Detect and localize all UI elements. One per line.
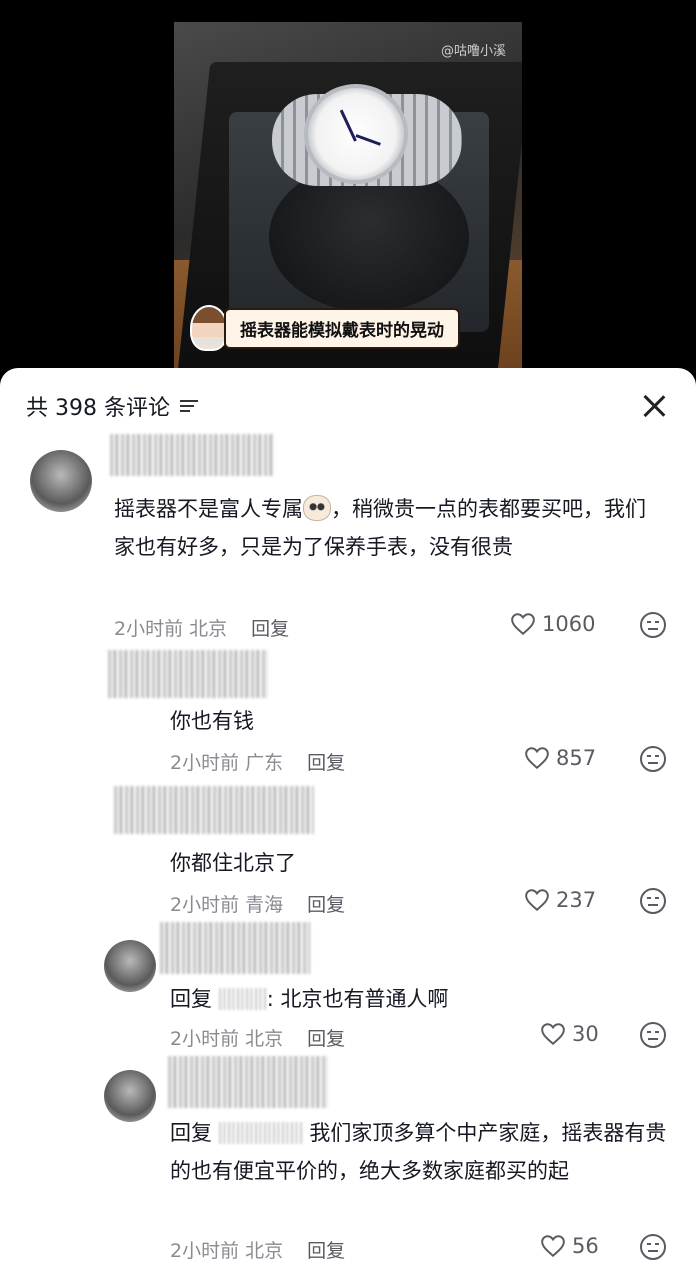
comment-meta: 2小时前 青海 回复 [170,890,345,917]
comment-text: 回复 : 北京也有普通人啊 [170,987,449,1011]
close-icon[interactable] [642,394,666,418]
username-blurred[interactable] [108,650,268,698]
like-button[interactable]: 30 [540,1022,599,1046]
dislike-icon[interactable] [640,746,666,772]
heart-icon [541,1023,565,1046]
comments-count-title: 共 398 条评论 [26,396,170,421]
reply-button[interactable]: 回复 [307,1236,345,1263]
heart-icon [511,613,535,636]
cat-emoji-icon [303,495,331,521]
reply-button[interactable]: 回复 [251,614,289,641]
reply-button[interactable]: 回复 [307,890,345,917]
video-watermark: @咕噜小溪 [440,44,506,59]
comment-time: 2小时前 [170,1028,240,1050]
comment-location: 青海 [245,894,284,916]
mentioned-user-blurred[interactable] [218,1122,303,1144]
like-button[interactable]: 857 [524,746,596,770]
video-frame[interactable]: @咕噜小溪 摇表器能模拟戴表时的晃动 [174,22,522,380]
username-blurred[interactable] [114,786,314,834]
dislike-icon[interactable] [640,888,666,914]
comment-time: 2小时前 [170,752,240,774]
like-count: 857 [556,746,597,770]
dislike-icon[interactable] [640,612,666,638]
like-button[interactable]: 1060 [510,612,595,636]
video-caption-wrap: 摇表器能模拟戴表时的晃动 [190,305,460,351]
avatar[interactable] [104,940,156,992]
comment-meta: 2小时前 北京 回复 [170,1236,345,1263]
comment-location: 北京 [245,1240,284,1262]
reply-button[interactable]: 回复 [307,748,345,775]
comment-time: 2小时前 [170,1240,240,1262]
dislike-icon[interactable] [640,1022,666,1048]
heart-icon [525,889,549,912]
comment-meta: 2小时前 北京 回复 [170,1024,345,1051]
like-count: 1060 [542,612,596,636]
comment-text: 你都住北京了 [170,851,296,875]
avatar[interactable] [104,1070,156,1122]
video-player[interactable]: @咕噜小溪 摇表器能模拟戴表时的晃动 [0,0,696,380]
like-count: 30 [572,1022,599,1046]
like-button[interactable]: 237 [524,888,596,912]
comments-header: 共 398 条评论 [26,390,198,422]
like-count: 56 [572,1234,599,1258]
comment-location: 北京 [189,618,228,640]
comment-meta: 2小时前 广东 回复 [170,748,345,775]
comment-text: 摇表器不是富人专属 ，稍微贵一点的表都要买吧，我们家也有好多，只是为了保养手表，没… [114,495,646,559]
caption-avatar [190,305,228,351]
video-caption: 摇表器能模拟戴表时的晃动 [224,307,460,349]
reply-prefix: 回复 [170,1121,212,1145]
comment-meta: 2小时前 北京 回复 [114,614,289,641]
comment-time: 2小时前 [170,894,240,916]
comments-panel: 共 398 条评论 摇表器不是富人专属 ，稍微贵一点的表都要买吧，我们家也有好多，… [0,368,696,1279]
avatar[interactable] [30,450,92,512]
comment-location: 北京 [245,1028,284,1050]
like-count: 237 [556,888,597,912]
username-blurred[interactable] [110,434,275,476]
reply-prefix: 回复 [170,987,212,1011]
comment-text: 你也有钱 [170,709,254,733]
like-button[interactable]: 56 [540,1234,599,1258]
username-blurred[interactable] [160,922,310,974]
username-blurred[interactable] [168,1056,328,1108]
reply-button[interactable]: 回复 [307,1024,345,1051]
comment-location: 广东 [245,752,284,774]
comment-text: 回复 我们家顶多算个中产家庭，摇表器有贵的也有便宜平价的，绝大多数家庭都买的起 [170,1121,667,1183]
heart-icon [541,1235,565,1258]
comment-time: 2小时前 [114,618,184,640]
dislike-icon[interactable] [640,1234,666,1260]
mentioned-user-blurred[interactable] [218,988,267,1010]
filter-icon[interactable] [179,399,198,413]
heart-icon [525,747,549,770]
